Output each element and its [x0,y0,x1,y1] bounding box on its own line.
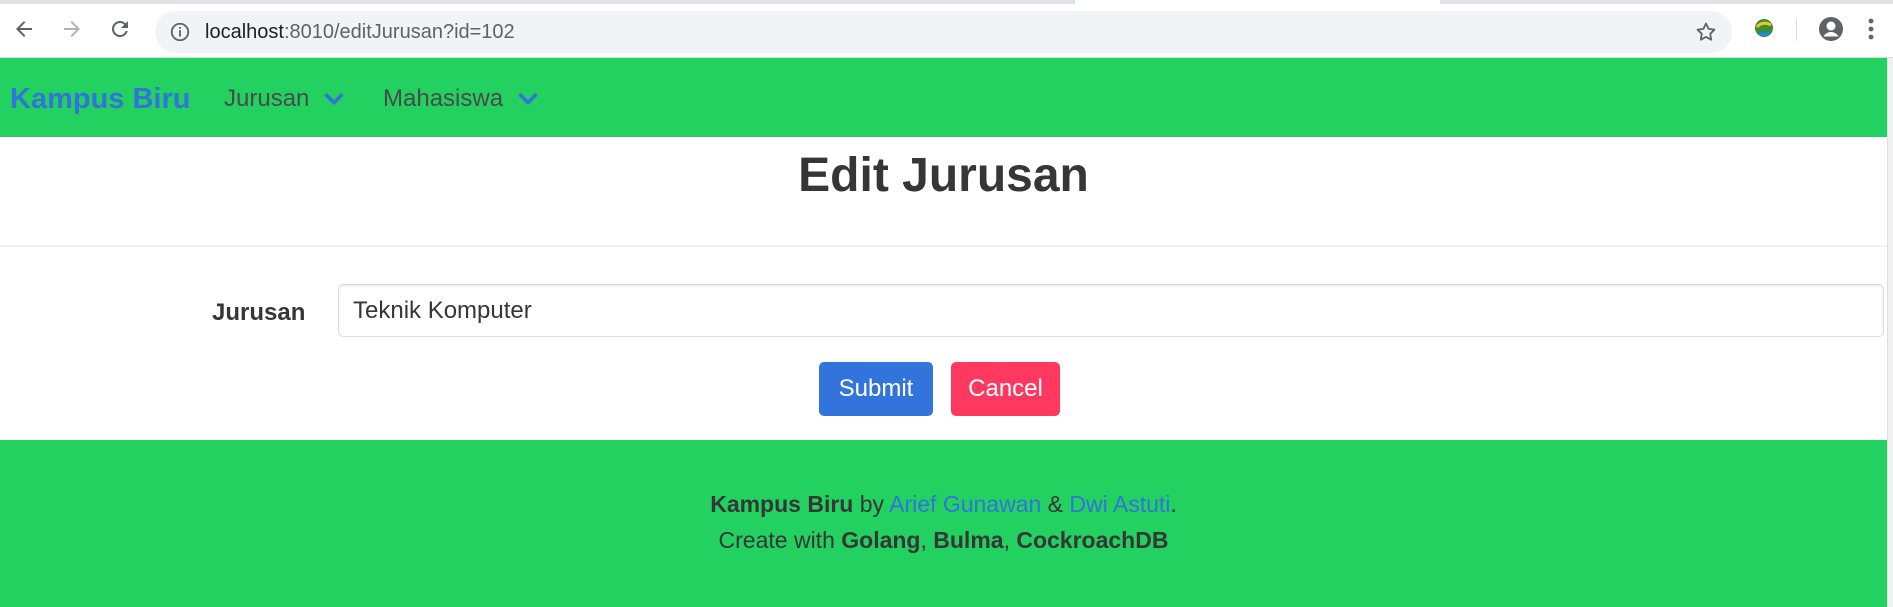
author-link-dwi[interactable]: Dwi Astuti [1069,491,1170,517]
extension-icon[interactable] [1751,15,1777,46]
chevron-down-icon [325,93,344,105]
footer-credits: Kampus Biru by Arief Gunawan & Dwi Astut… [0,489,1887,519]
jurusan-input[interactable] [338,284,1884,337]
jurusan-label: Jurusan [212,299,306,326]
author-link-arief[interactable]: Arief Gunawan [889,491,1041,517]
submit-button[interactable]: Submit [819,362,933,416]
footer: Kampus Biru by Arief Gunawan & Dwi Astut… [0,440,1887,607]
footer-comma: , [1003,527,1017,553]
profile-icon[interactable] [1817,15,1845,48]
footer-period: . [1170,491,1177,517]
nav-item-label: Mahasiswa [383,85,504,112]
tab-strip [0,0,1893,4]
footer-brand: Kampus Biru [710,491,854,517]
reload-icon[interactable] [106,15,134,43]
url-path: :8010/editJurusan?id=102 [283,21,515,43]
navbar: Kampus Biru Jurusan Mahasiswa [0,58,1887,137]
back-icon[interactable] [10,15,38,43]
footer-by: by [853,491,890,517]
browser-menu-icon[interactable] [1866,15,1876,48]
chevron-down-icon [518,93,538,105]
forward-icon[interactable] [58,15,86,43]
footer-comma: , [920,527,934,553]
tech-bulma: Bulma [933,527,1004,553]
bookmark-star-icon[interactable] [1694,20,1718,49]
nav-dropdown-jurusan[interactable]: Jurusan [224,84,345,114]
site-info-icon[interactable] [169,21,191,48]
url-text: localhost:8010/editJurusan?id=102 [205,21,515,43]
browser-toolbar: localhost:8010/editJurusan?id=102 [0,0,1893,58]
tech-golang: Golang [841,527,921,553]
nav-dropdown-mahasiswa[interactable]: Mahasiswa [383,84,539,114]
cancel-button[interactable]: Cancel [951,362,1060,416]
brand-link[interactable]: Kampus Biru [10,82,190,116]
scrollbar[interactable] [1887,58,1893,607]
footer-create-with: Create with [718,527,842,553]
page-title: Edit Jurusan [798,149,1089,202]
active-tab-edge [1075,0,1440,4]
footer-amp: & [1041,491,1070,517]
tech-cockroachdb: CockroachDB [1016,527,1169,553]
nav-item-label: Jurusan [224,85,310,112]
section-divider [0,245,1887,247]
address-bar[interactable]: localhost:8010/editJurusan?id=102 [155,11,1732,53]
footer-tech: Create with Golang, Bulma, CockroachDB [0,525,1887,555]
url-host: localhost [205,21,284,43]
toolbar-separator [1796,19,1797,41]
